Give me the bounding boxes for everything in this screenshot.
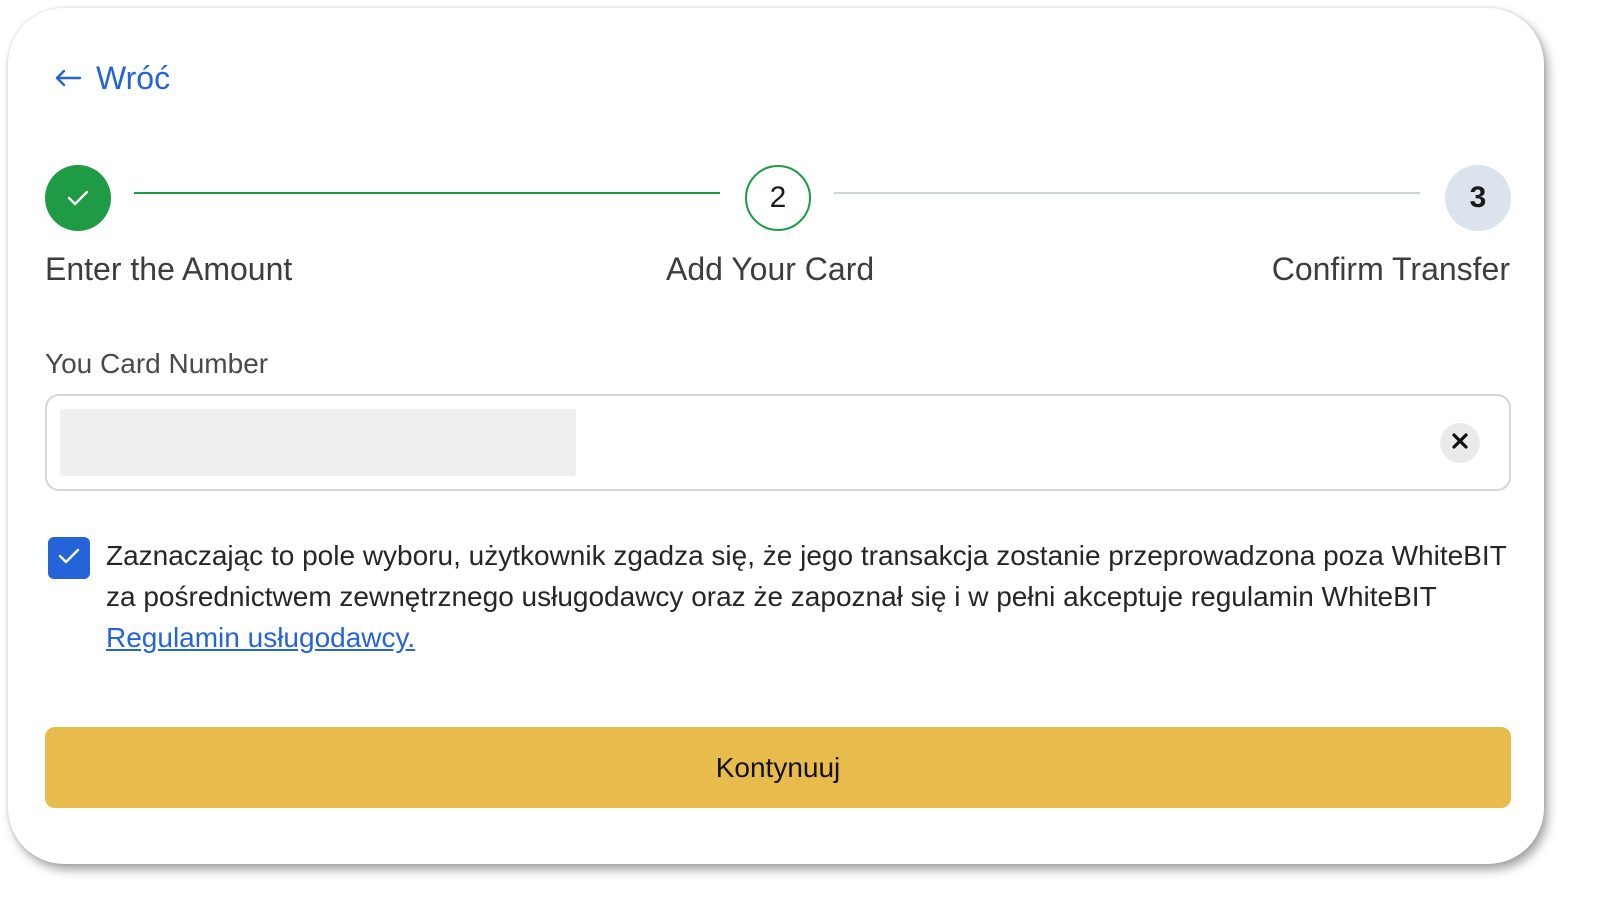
continue-button[interactable]: Kontynuuj — [45, 727, 1511, 808]
step-2-active: 2 — [745, 165, 811, 231]
card-number-field — [45, 394, 1511, 491]
step-connector-1 — [134, 192, 720, 194]
step-2-label: Add Your Card — [666, 251, 875, 287]
step-3-label: Confirm Transfer — [1271, 251, 1510, 287]
consent-body: Zaznaczając to pole wyboru, użytkownik z… — [106, 540, 1507, 612]
provider-terms-link[interactable]: Regulamin usługodawcy. — [106, 622, 415, 653]
consent-text: Zaznaczając to pole wyboru, użytkownik z… — [106, 535, 1526, 658]
step-3-number: 3 — [1469, 181, 1487, 214]
clear-input-button[interactable] — [1440, 423, 1480, 463]
back-link-label: Wróć — [96, 60, 171, 96]
close-icon — [1452, 432, 1468, 454]
checkmark-icon — [57, 547, 81, 570]
transfer-card: Wróć 2 3 Enter the Amount Add Your Card … — [8, 8, 1544, 864]
step-3-pending: 3 — [1445, 165, 1511, 231]
step-2-number: 2 — [769, 181, 787, 214]
card-number-label: You Card Number — [45, 348, 269, 379]
step-1-completed — [45, 165, 111, 231]
consent-checkbox[interactable] — [48, 537, 90, 579]
card-number-input[interactable] — [47, 396, 1509, 489]
step-connector-2 — [834, 192, 1420, 194]
checkmark-icon — [66, 181, 90, 215]
back-link[interactable]: Wróć — [54, 60, 170, 97]
arrow-left-icon — [54, 64, 82, 94]
step-1-label: Enter the Amount — [45, 251, 293, 287]
